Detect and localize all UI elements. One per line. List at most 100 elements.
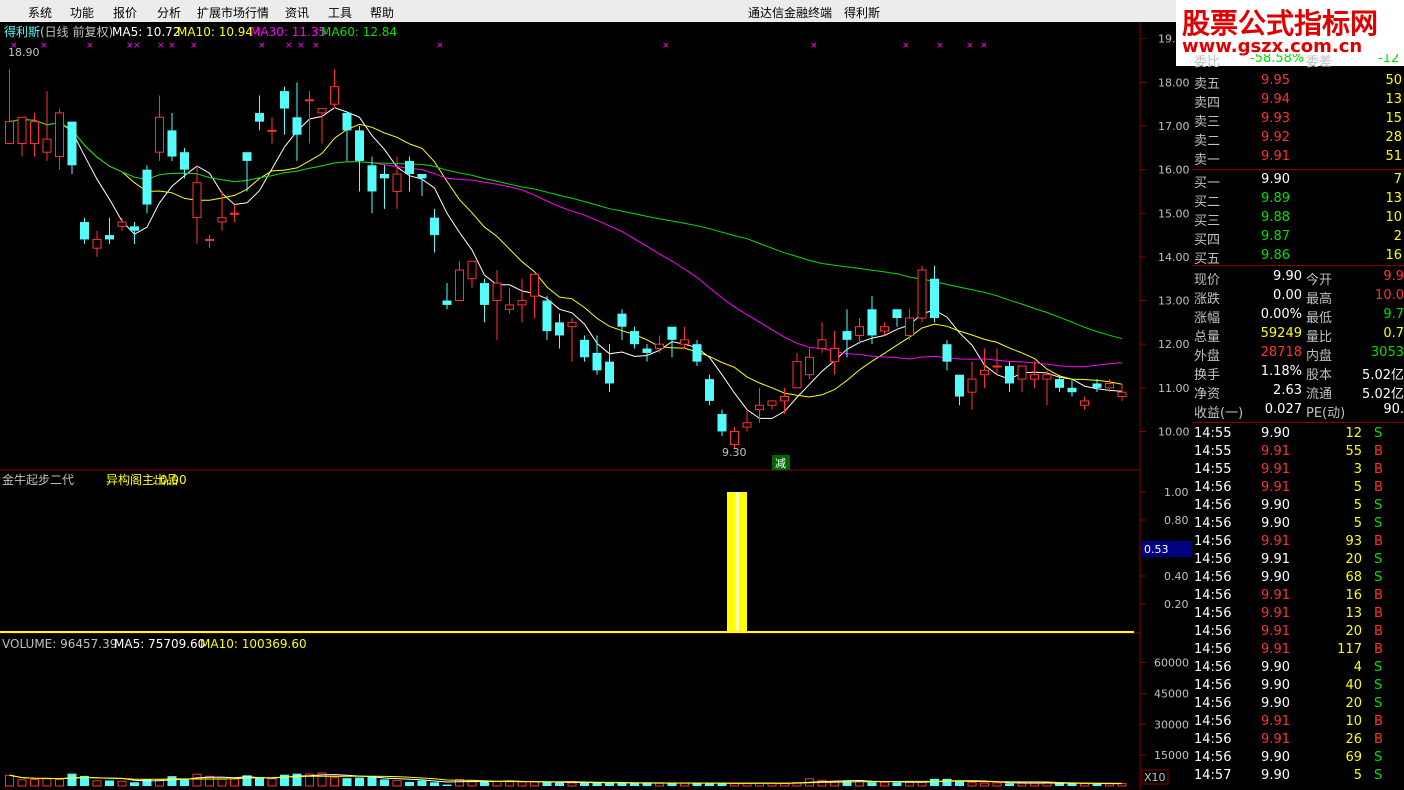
buy-level-row: 买三 9.88 10: [1192, 209, 1404, 229]
volume-bar: [442, 784, 452, 786]
tick-price: 9.90: [1261, 426, 1290, 441]
buy-level-price: 9.87: [1261, 229, 1290, 244]
top-marker: ×: [810, 41, 818, 51]
volume-bar: [892, 782, 902, 786]
tick-time: 14:56: [1194, 660, 1232, 675]
tick-direction: B: [1374, 642, 1383, 657]
volume-bar: [405, 781, 414, 786]
price-axis-tick: 12.00: [1158, 338, 1190, 351]
volume-bar: [492, 780, 502, 787]
volume-bar: [567, 782, 577, 787]
ma30-label: MA30: 11.35: [250, 25, 326, 39]
tick-price: 9.91: [1261, 606, 1290, 621]
sell-level-row: 卖三 9.93 15: [1192, 110, 1404, 130]
tick-price: 9.91: [1261, 444, 1290, 459]
sell-level-price: 9.91: [1261, 149, 1290, 164]
stat-value-2: 90.: [1383, 402, 1404, 417]
menu-tools[interactable]: 工具: [328, 4, 352, 21]
tick-row: 14:56 9.90 5 S: [1192, 497, 1404, 516]
tick-time: 14:55: [1194, 426, 1232, 441]
volume-bar: [430, 782, 439, 786]
sell-level-volume: 51: [1385, 149, 1402, 164]
volume-bar: [392, 780, 402, 787]
ma10-label: MA10: 10.94: [177, 25, 253, 39]
stat-value-2: 9.9: [1383, 269, 1404, 284]
kline-chart[interactable]: 19.0018.0017.0016.0015.0014.0013.0012.00…: [0, 22, 1192, 790]
volume-bar: [230, 778, 239, 787]
top-marker: ×: [190, 41, 198, 51]
tick-price: 9.90: [1261, 678, 1290, 693]
buy-level-volume: 16: [1385, 248, 1402, 263]
window-stock-name: 得利斯: [844, 6, 881, 20]
tick-volume: 5: [1353, 768, 1362, 783]
volume-axis-tick: 15000: [1154, 749, 1189, 762]
stat-row: 换手 1.18% 股本 5.02亿: [1192, 363, 1404, 383]
volume-bar: [130, 782, 139, 786]
stat-row: 涨跌 0.00 最高 10.0: [1192, 287, 1404, 307]
tick-direction: B: [1374, 462, 1383, 477]
tick-time: 14:55: [1194, 444, 1232, 459]
stat-value: 59249: [1260, 326, 1302, 341]
period-label: (日线 前复权): [40, 24, 113, 39]
menu-function[interactable]: 功能: [70, 4, 94, 21]
tick-price: 9.90: [1261, 570, 1290, 585]
sell-level-row: 卖五 9.95 50: [1192, 72, 1404, 92]
volume-bar: [380, 779, 389, 786]
buy-level-price: 9.88: [1261, 210, 1290, 225]
stat-label: 总量: [1194, 330, 1221, 345]
price-axis-tick: 16.00: [1158, 164, 1190, 177]
tick-price: 9.91: [1261, 642, 1290, 657]
volume-ma10-label: MA10: 100369.60: [200, 637, 307, 651]
tick-volume: 69: [1345, 750, 1362, 765]
tick-direction: S: [1374, 426, 1383, 441]
top-marker: ×: [40, 41, 48, 51]
menu-help[interactable]: 帮助: [370, 4, 394, 21]
tick-direction: S: [1374, 498, 1383, 513]
top-marker: ×: [902, 41, 910, 51]
menu-extended-market[interactable]: 扩展市场行情: [197, 4, 269, 21]
tick-row: 14:56 9.91 93 B: [1192, 533, 1404, 552]
menu-news[interactable]: 资讯: [285, 4, 309, 21]
tick-volume: 20: [1345, 696, 1362, 711]
tick-price: 9.91: [1261, 588, 1290, 603]
tick-direction: S: [1374, 768, 1383, 783]
candle: [705, 374, 714, 406]
stat-row: 收益(一) 0.027 PE(动) 90.: [1192, 401, 1404, 421]
tick-direction: B: [1374, 480, 1383, 495]
stat-value-2: 0.7: [1383, 326, 1404, 341]
tick-row: 14:56 9.90 40 S: [1192, 677, 1404, 696]
stock-name-label: 得利斯: [4, 24, 40, 39]
tick-direction: B: [1374, 534, 1383, 549]
tick-row: 14:56 9.91 13 B: [1192, 605, 1404, 624]
stat-row: 净资 2.63 流通 5.02亿: [1192, 382, 1404, 402]
sell-level-row: 卖二 9.92 28: [1192, 129, 1404, 149]
menu-quote[interactable]: 报价: [113, 4, 137, 21]
volume-bar: [1017, 782, 1027, 787]
menu-analysis[interactable]: 分析: [157, 4, 181, 21]
tick-row: 14:56 9.90 68 S: [1192, 569, 1404, 588]
tick-row: 14:56 9.91 10 B: [1192, 713, 1404, 732]
candle: [917, 265, 927, 323]
tick-time: 14:56: [1194, 606, 1232, 621]
top-marker: ×: [936, 41, 944, 51]
stat-label: 净资: [1194, 387, 1221, 402]
volume-bar: [642, 783, 652, 786]
stat-label: 收益(一): [1194, 406, 1244, 421]
sell-level-row: 卖四 9.94 13: [1192, 91, 1404, 111]
menu-system[interactable]: 系统: [28, 4, 52, 21]
tick-volume: 12: [1345, 426, 1362, 441]
volume-bar: [1005, 783, 1014, 786]
tick-time: 14:56: [1194, 642, 1232, 657]
buy-level-price: 9.89: [1261, 191, 1290, 206]
tick-volume: 68: [1345, 570, 1362, 585]
buy-level-price: 9.86: [1261, 248, 1290, 263]
volume-bar: [117, 780, 127, 787]
tick-direction: S: [1374, 660, 1383, 675]
tick-volume: 26: [1345, 732, 1362, 747]
tick-direction: S: [1374, 696, 1383, 711]
order-ratio-value: -58.58%: [1250, 54, 1305, 66]
top-marker: ×: [258, 41, 266, 51]
buy-level-price: 9.90: [1261, 172, 1290, 187]
indicator-name: 金牛起步二代: [2, 472, 74, 487]
tick-direction: B: [1374, 606, 1383, 621]
